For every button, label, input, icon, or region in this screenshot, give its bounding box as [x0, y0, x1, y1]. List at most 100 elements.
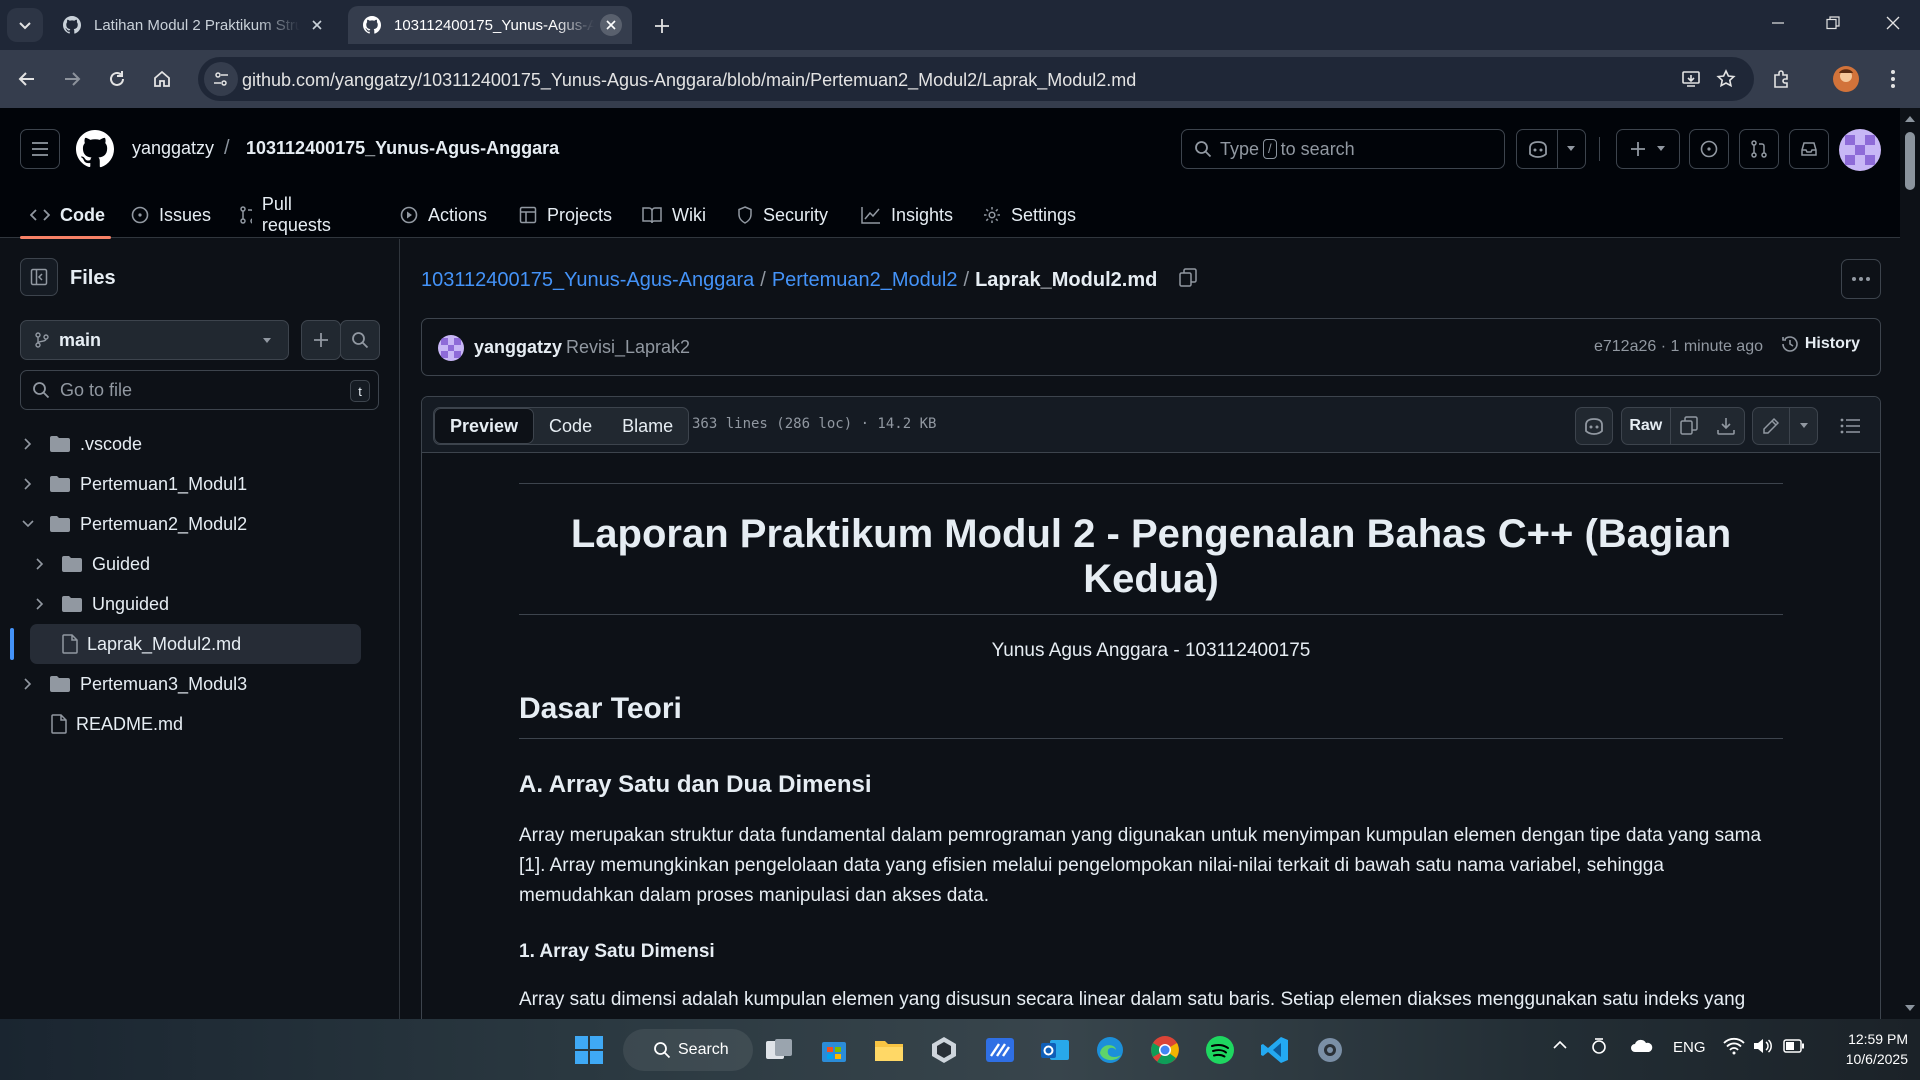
close-window-button[interactable]: [1865, 0, 1920, 46]
vscode-icon[interactable]: [1254, 1029, 1296, 1071]
chevron-right-icon[interactable]: [20, 678, 36, 690]
raw-button[interactable]: Raw: [1622, 417, 1670, 435]
commit-sha-time[interactable]: e712a26 · 1 minute ago: [1594, 338, 1763, 356]
open-global-nav-button[interactable]: [20, 129, 60, 169]
tab-actions[interactable]: Actions: [400, 192, 487, 238]
tab-wiki[interactable]: Wiki: [642, 192, 706, 238]
breadcrumb-repo-link[interactable]: 103112400175_Yunus-Agus-Anggara: [246, 138, 559, 159]
inbox-button[interactable]: [1789, 129, 1829, 169]
copilot-button[interactable]: [1516, 129, 1586, 169]
new-tab-button[interactable]: [648, 12, 676, 40]
user-avatar[interactable]: [1839, 129, 1881, 171]
edge-icon[interactable]: [1089, 1029, 1131, 1071]
download-icon[interactable]: [1707, 417, 1744, 435]
tab-code[interactable]: Code: [30, 192, 105, 238]
search-code-button[interactable]: [340, 320, 380, 360]
chevron-right-icon[interactable]: [20, 478, 36, 490]
history-button[interactable]: History: [1781, 335, 1860, 353]
tree-item-pertemuan1[interactable]: Pertemuan1_Modul1: [20, 464, 360, 504]
chrome-icon[interactable]: [1144, 1029, 1186, 1071]
bookmark-star-icon[interactable]: [1711, 64, 1741, 94]
tree-item-vscode[interactable]: .vscode: [20, 424, 360, 464]
page-scrollbar[interactable]: [1900, 108, 1920, 1019]
install-app-icon[interactable]: [1676, 64, 1706, 94]
chevron-right-icon[interactable]: [20, 438, 36, 450]
go-to-file-input[interactable]: Go to file t: [20, 370, 379, 410]
close-tab-icon[interactable]: [600, 14, 622, 36]
branch-selector[interactable]: main: [20, 320, 289, 360]
preview-tab[interactable]: Preview: [434, 408, 535, 444]
home-button[interactable]: [143, 60, 181, 98]
profile-avatar[interactable]: [1827, 60, 1865, 98]
github-logo-icon[interactable]: [76, 130, 115, 173]
caret-down-icon[interactable]: [1790, 422, 1817, 430]
tree-item-readme[interactable]: README.md: [20, 704, 360, 744]
show-hidden-icons-icon[interactable]: [1552, 1038, 1568, 1055]
settings-icon[interactable]: [1309, 1029, 1351, 1071]
pull-requests-button[interactable]: [1739, 129, 1779, 169]
breadcrumb-owner-link[interactable]: yanggatzy: [132, 138, 214, 159]
tab-issues[interactable]: Issues: [131, 192, 211, 238]
chevron-down-icon[interactable]: [20, 520, 36, 528]
back-button[interactable]: [8, 60, 46, 98]
global-search-input[interactable]: Type / to search: [1181, 129, 1505, 169]
scrollbar-thumb[interactable]: [1905, 132, 1915, 190]
browser-tab-2[interactable]: 103112400175_Yunus-Agus-An: [348, 6, 632, 44]
outlook-icon[interactable]: [1034, 1029, 1076, 1071]
input-language[interactable]: ENG: [1673, 1039, 1706, 1056]
system-clock[interactable]: 12:59 PM 10/6/2025: [1822, 1029, 1908, 1069]
commit-message[interactable]: Revisi_Laprak2: [566, 337, 690, 358]
copilot-ask-button[interactable]: [1575, 407, 1613, 445]
tree-item-guided[interactable]: Guided: [32, 544, 360, 584]
tab-pull-requests[interactable]: Pull requests: [239, 192, 336, 238]
restore-button[interactable]: [1805, 0, 1860, 46]
browser-tab-1[interactable]: Latihan Modul 2 Praktikum Stru: [48, 6, 338, 44]
tab-insights[interactable]: Insights: [861, 192, 953, 238]
tree-item-pertemuan3[interactable]: Pertemuan3_Modul3: [20, 664, 360, 704]
unity-hub-icon[interactable]: [923, 1029, 965, 1071]
commit-author-avatar[interactable]: [438, 335, 464, 361]
tab-security[interactable]: Security: [737, 192, 828, 238]
file-explorer-icon[interactable]: [868, 1029, 910, 1071]
copilot-tray-icon[interactable]: [1590, 1036, 1608, 1060]
path-repo-link[interactable]: 103112400175_Yunus-Agus-Anggara: [421, 269, 754, 291]
path-folder-link[interactable]: Pertemuan2_Modul2: [772, 269, 958, 291]
microsoft-store-icon[interactable]: [813, 1029, 855, 1071]
battery-icon[interactable]: [1783, 1039, 1805, 1057]
visual-studio-icon[interactable]: [979, 1029, 1021, 1071]
pencil-icon[interactable]: [1753, 417, 1789, 435]
site-info-button[interactable]: [204, 62, 238, 96]
taskbar-search-button[interactable]: Search: [623, 1029, 753, 1071]
task-view-icon[interactable]: [758, 1029, 800, 1071]
blame-tab[interactable]: Blame: [607, 408, 688, 444]
tree-item-unguided[interactable]: Unguided: [32, 584, 360, 624]
forward-button[interactable]: [53, 60, 91, 98]
issues-button[interactable]: [1689, 129, 1729, 169]
more-options-button[interactable]: [1841, 259, 1881, 299]
commit-author[interactable]: yanggatzy: [474, 337, 562, 358]
collapse-sidebar-button[interactable]: [20, 258, 58, 296]
address-bar[interactable]: github.com/yanggatzy/103112400175_Yunus-…: [198, 57, 1754, 101]
copy-raw-icon[interactable]: [1671, 416, 1708, 436]
browser-menu-button[interactable]: [1874, 60, 1912, 98]
start-button[interactable]: [568, 1029, 610, 1071]
reload-button[interactable]: [98, 60, 136, 98]
code-tab[interactable]: Code: [534, 408, 607, 444]
close-tab-icon[interactable]: [306, 14, 328, 36]
chevron-right-icon[interactable]: [32, 558, 48, 570]
add-file-button[interactable]: [301, 320, 341, 360]
volume-icon[interactable]: [1753, 1037, 1773, 1059]
tab-settings[interactable]: Settings: [983, 192, 1076, 238]
onedrive-icon[interactable]: [1630, 1039, 1654, 1057]
chevron-right-icon[interactable]: [32, 598, 48, 610]
tree-item-laprak-modul2[interactable]: Laprak_Modul2.md: [30, 624, 361, 664]
copy-path-icon[interactable]: [1179, 268, 1197, 294]
tree-item-pertemuan2[interactable]: Pertemuan2_Modul2: [20, 504, 360, 544]
tab-projects[interactable]: Projects: [519, 192, 612, 238]
extensions-button[interactable]: [1763, 60, 1801, 98]
wifi-icon[interactable]: [1723, 1037, 1745, 1059]
create-new-button[interactable]: [1616, 129, 1680, 169]
spotify-icon[interactable]: [1199, 1029, 1241, 1071]
outline-button[interactable]: [1831, 407, 1869, 445]
tab-search-button[interactable]: [7, 8, 43, 42]
